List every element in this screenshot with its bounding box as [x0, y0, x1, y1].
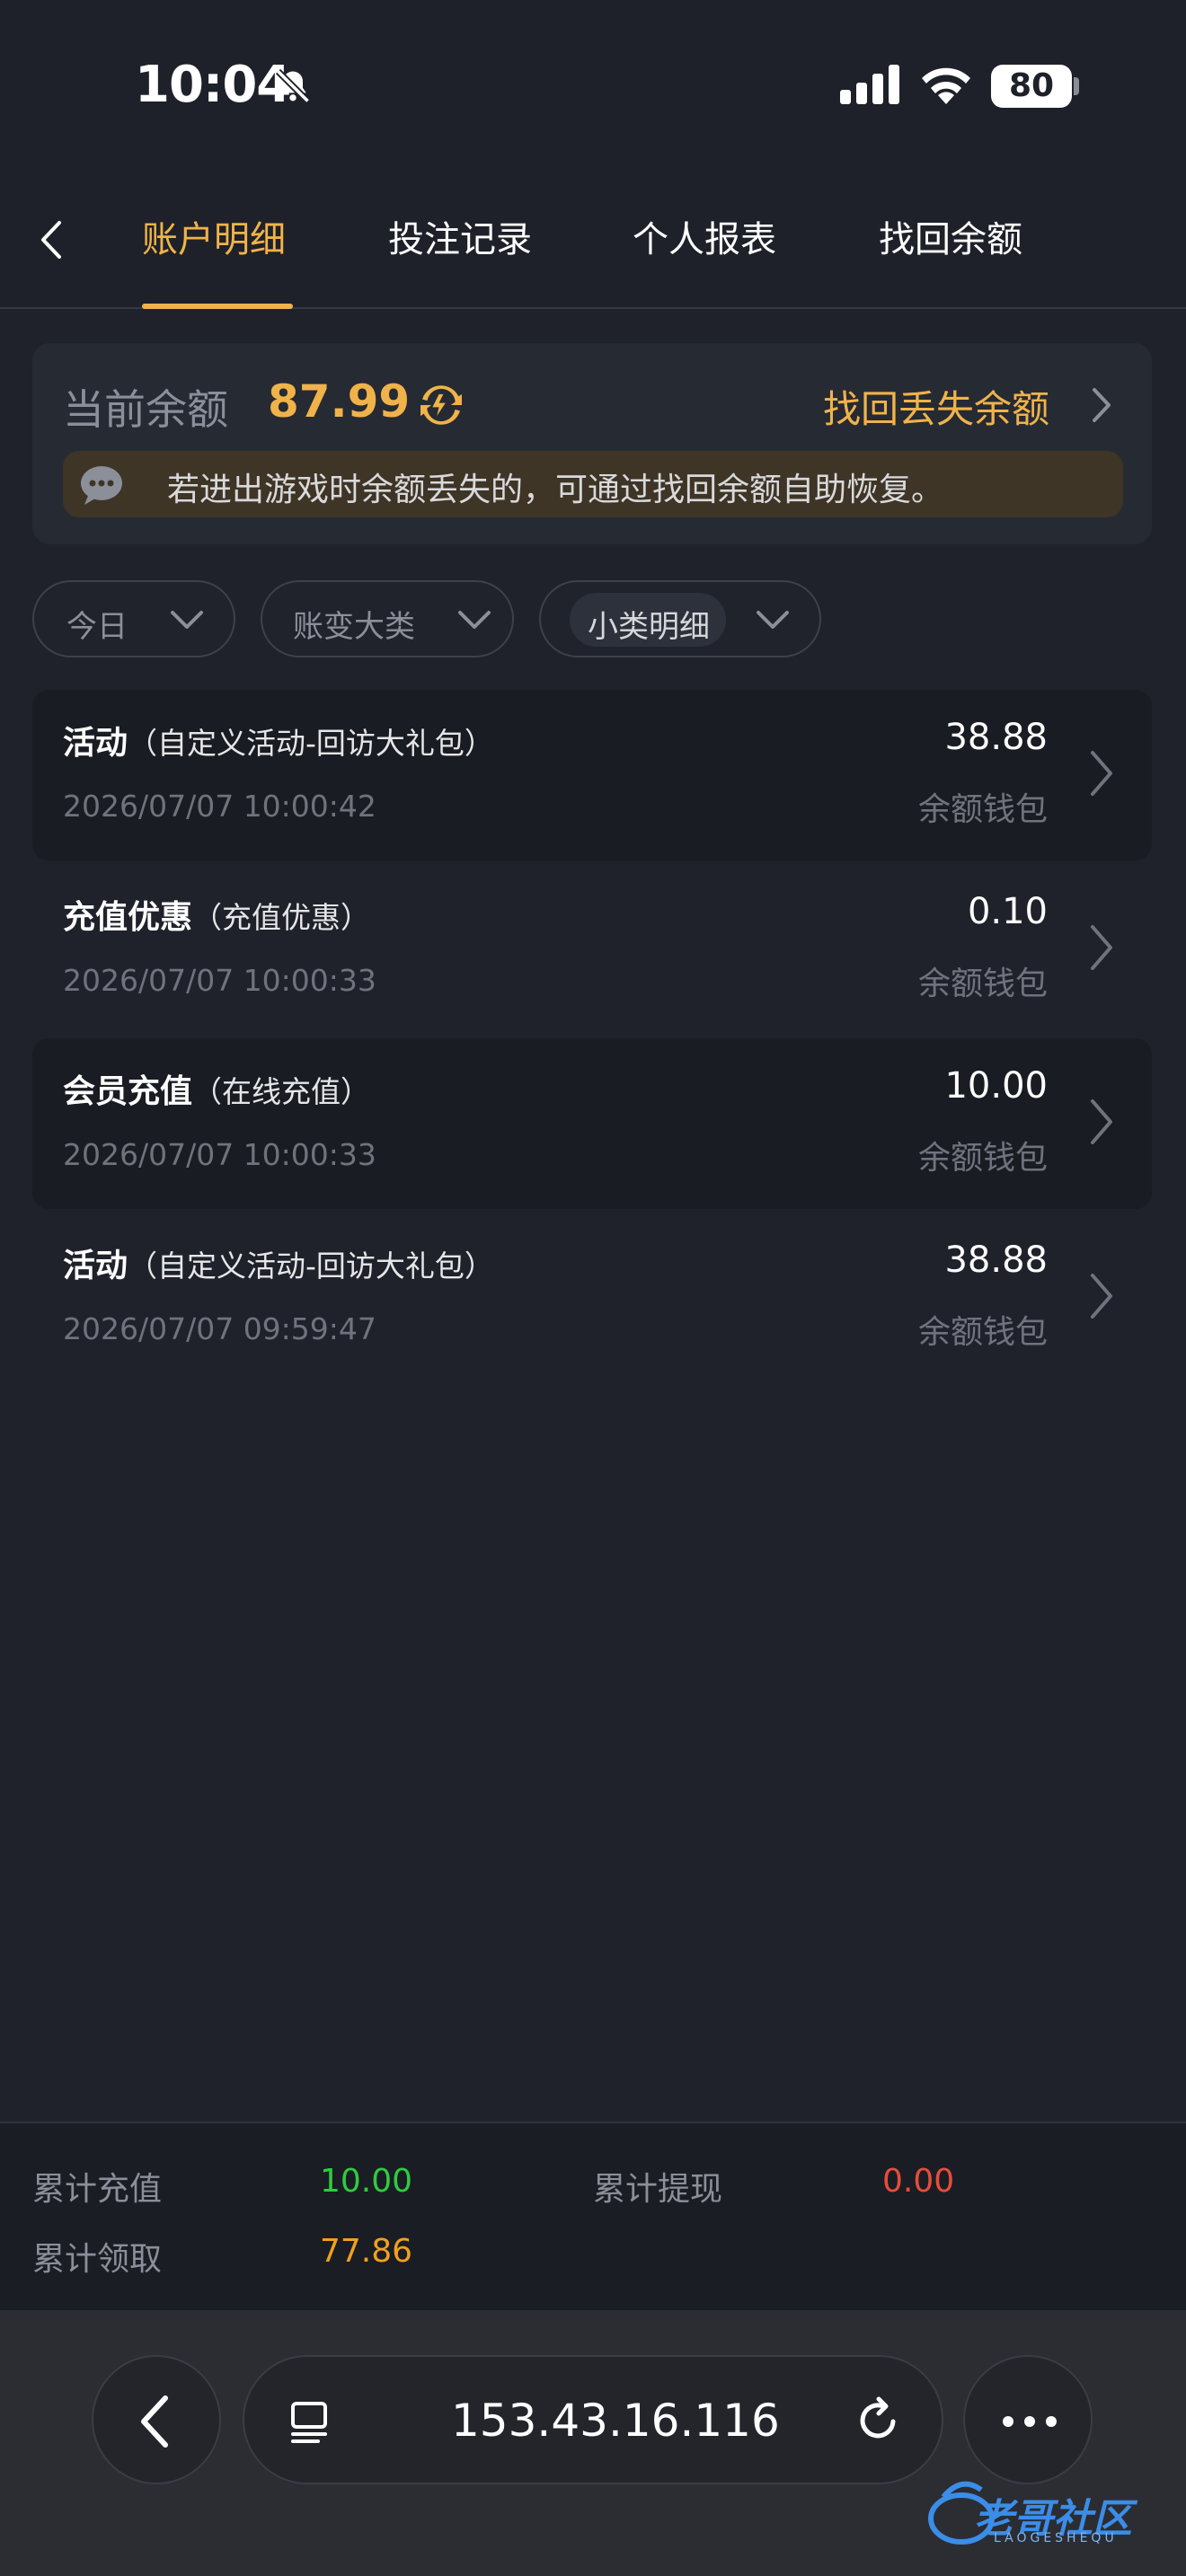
chevron-right-icon: [1087, 747, 1114, 803]
filter-category[interactable]: 账变大类: [261, 580, 514, 657]
active-tab-indicator: [142, 304, 293, 309]
record-time: 2026/07/07 10:00:33: [63, 963, 376, 998]
record-title: 充值优惠（充值优惠）: [63, 899, 371, 936]
record-time: 2026/07/07 10:00:33: [63, 1137, 376, 1172]
list-item[interactable]: 充值优惠（充值优惠） 2026/07/07 10:00:33 0.10 余额钱包: [32, 864, 1152, 1035]
chevron-down-icon: [169, 609, 205, 636]
filter-date-label: 今日: [66, 609, 128, 645]
status-bar: 10:04 80: [0, 0, 1186, 171]
record-subtitle: （自定义活动-回访大礼包）: [128, 726, 494, 761]
reload-icon[interactable]: [852, 2395, 904, 2450]
balance-card: 当前余额 87.99 找回丢失余额 若进出游戏时余额丢失的，可通过找回余额自助恢…: [32, 343, 1152, 544]
list-item[interactable]: 活动（自定义活动-回访大礼包） 2026/07/07 09:59:47 38.8…: [32, 1213, 1152, 1383]
watermark-subtext: LAOGESHEQU: [994, 2531, 1118, 2545]
bell-slash-icon: [273, 66, 313, 110]
battery-cap: [1074, 77, 1079, 95]
balance-value: 87.99: [268, 375, 411, 428]
record-time: 2026/07/07 10:00:42: [63, 789, 376, 824]
chat-bubble-icon: [79, 465, 124, 508]
chevron-down-icon: [456, 609, 492, 636]
chevron-right-icon: [1087, 1270, 1114, 1326]
record-wallet: 余额钱包: [917, 791, 1048, 828]
wifi-icon: [918, 63, 974, 108]
total-withdraw-label: 累计提现: [593, 2171, 723, 2208]
tab-account-details[interactable]: 账户明细: [142, 210, 286, 262]
browser-back-button[interactable]: [92, 2355, 221, 2484]
refresh-icon[interactable]: [415, 379, 467, 435]
url-text: 153.43.16.116: [451, 2395, 780, 2447]
chevron-right-icon[interactable]: [1087, 384, 1114, 429]
chevron-down-icon: [755, 609, 791, 636]
total-claimed-label: 累计领取: [32, 2241, 163, 2278]
tab-bet-records[interactable]: 投注记录: [388, 210, 532, 262]
record-wallet: 余额钱包: [917, 1140, 1048, 1177]
record-amount: 10.00: [944, 1065, 1048, 1107]
address-bar[interactable]: 153.43.16.116: [243, 2355, 943, 2484]
chevron-right-icon: [1087, 922, 1114, 977]
summary-panel: 累计充值 10.00 累计提现 0.00 累计领取 77.86: [0, 2122, 1186, 2310]
record-wallet: 余额钱包: [917, 1314, 1048, 1351]
record-subtitle: （在线充值）: [192, 1074, 371, 1109]
filter-date[interactable]: 今日: [32, 580, 235, 657]
status-time: 10:04: [135, 56, 291, 114]
top-nav: 账户明细 投注记录 个人报表 找回余额: [0, 171, 1186, 309]
cellular-signal-icon: [840, 65, 901, 108]
tab-personal-report[interactable]: 个人报表: [633, 210, 776, 262]
record-subtitle: （充值优惠）: [192, 900, 371, 935]
total-deposit-label: 累计充值: [32, 2171, 163, 2208]
record-title: 活动（自定义活动-回访大礼包）: [63, 1248, 494, 1284]
record-amount: 38.88: [944, 717, 1048, 758]
record-amount: 0.10: [967, 891, 1048, 932]
filter-subcategory-label: 小类明细: [588, 609, 710, 645]
chevron-right-icon: [1087, 1096, 1114, 1151]
filter-category-label: 账变大类: [293, 609, 415, 645]
chevron-left-icon: [141, 2395, 168, 2448]
balance-label: 当前余额: [63, 385, 228, 434]
recover-lost-balance-link[interactable]: 找回丢失余额: [823, 379, 1049, 434]
filter-subcategory[interactable]: 小类明细: [539, 580, 821, 657]
notice-text: 若进出游戏时余额丢失的，可通过找回余额自助恢复。: [167, 472, 944, 508]
list-item[interactable]: 活动（自定义活动-回访大礼包） 2026/07/07 10:00:42 38.8…: [32, 690, 1152, 860]
battery-indicator: 80: [991, 65, 1072, 108]
record-time: 2026/07/07 09:59:47: [63, 1311, 376, 1346]
tabs-icon[interactable]: [286, 2396, 334, 2448]
balance-notice: 若进出游戏时余额丢失的，可通过找回余额自助恢复。: [63, 451, 1123, 517]
record-title: 活动（自定义活动-回访大礼包）: [63, 725, 494, 762]
record-subtitle: （自定义活动-回访大礼包）: [128, 1248, 494, 1284]
total-withdraw-value: 0.00: [882, 2163, 955, 2200]
total-deposit-value: 10.00: [320, 2163, 413, 2200]
chevron-left-icon[interactable]: [34, 216, 66, 268]
record-wallet: 余额钱包: [917, 966, 1048, 1002]
record-title: 会员充值（在线充值）: [63, 1073, 371, 1110]
tab-recover-balance[interactable]: 找回余额: [879, 210, 1022, 262]
total-claimed-value: 77.86: [320, 2233, 413, 2270]
list-item[interactable]: 会员充值（在线充值） 2026/07/07 10:00:33 10.00 余额钱…: [32, 1038, 1152, 1209]
record-amount: 38.88: [944, 1239, 1048, 1281]
